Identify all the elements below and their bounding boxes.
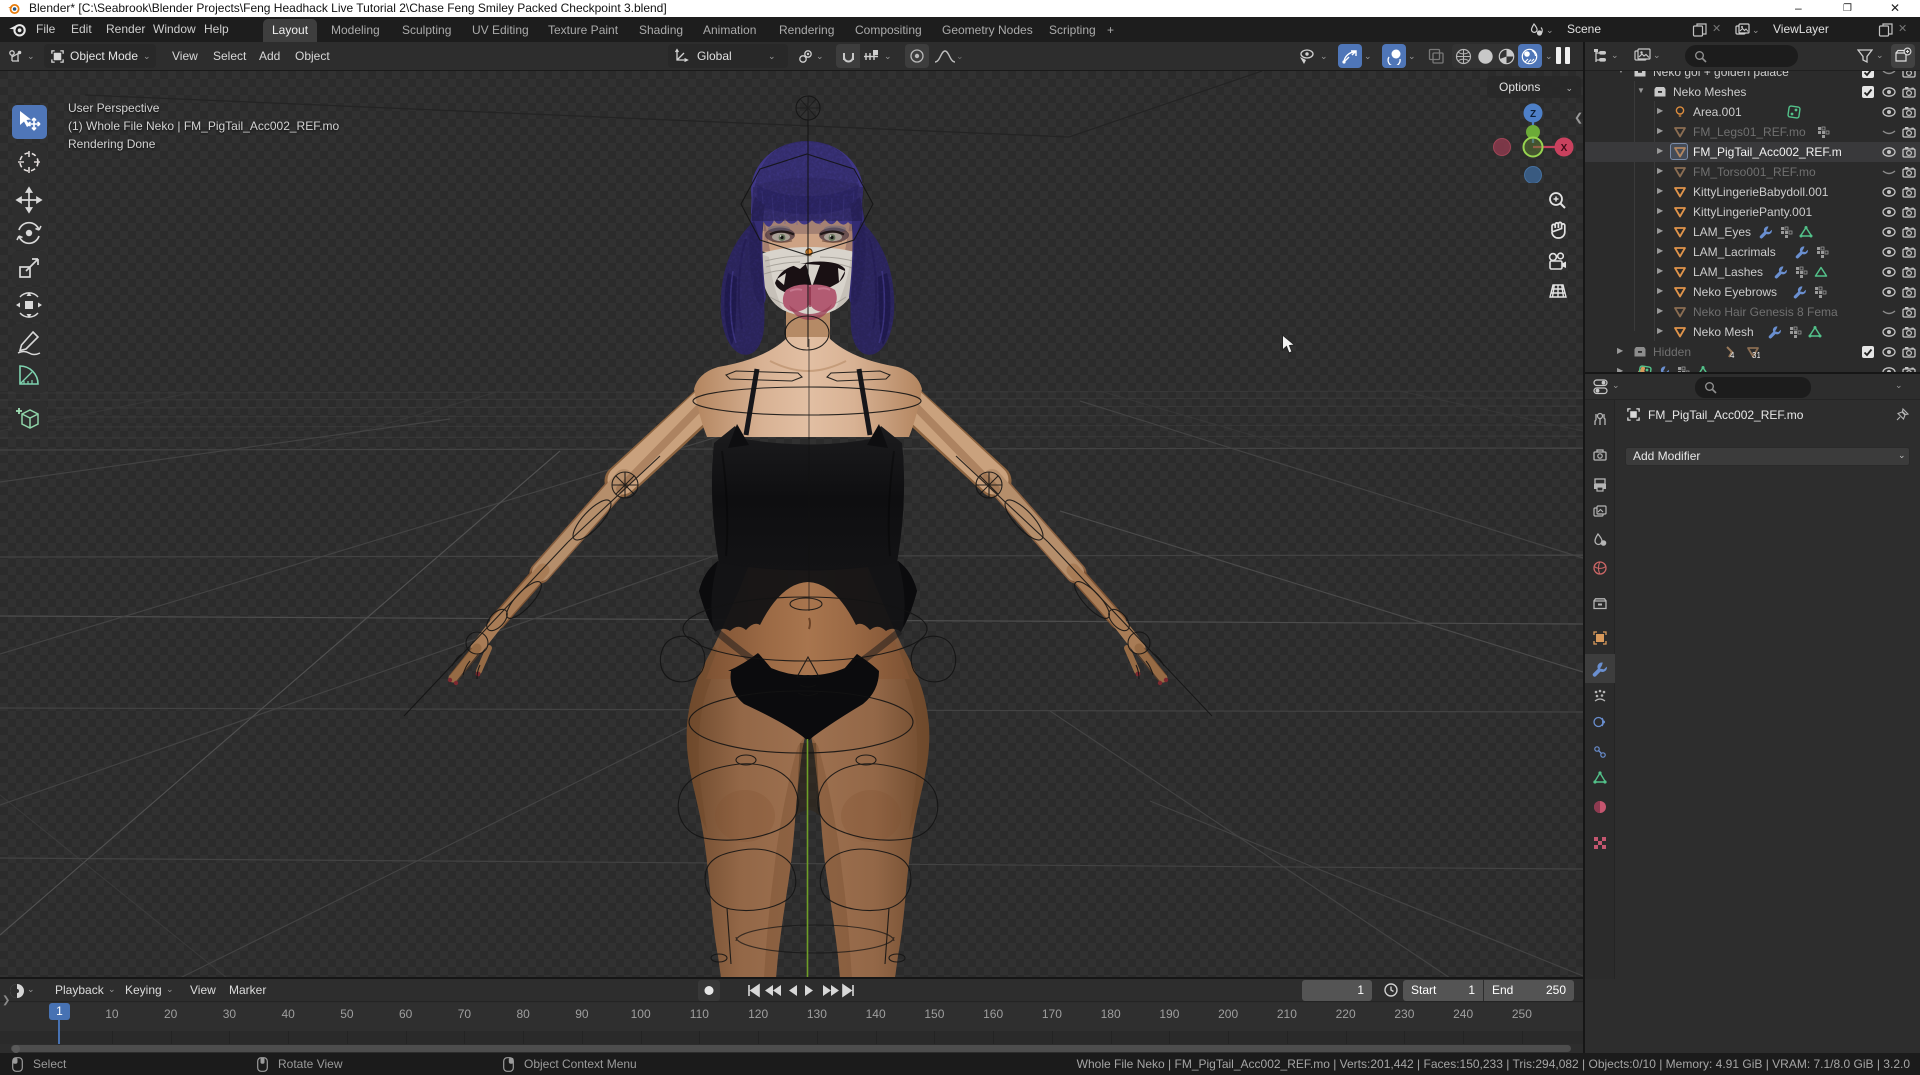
svg-text:Z: Z xyxy=(1530,109,1536,120)
svg-text:X: X xyxy=(1561,143,1568,154)
svg-text:31: 31 xyxy=(1752,351,1760,359)
svg-text:4: 4 xyxy=(1730,351,1735,359)
